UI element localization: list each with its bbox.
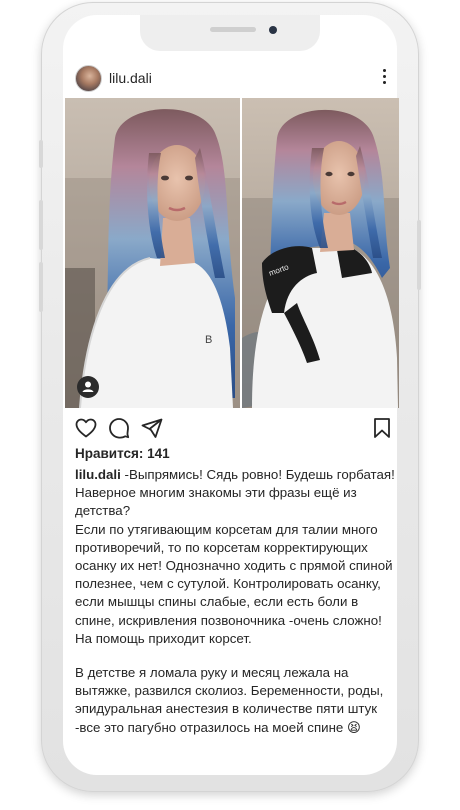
post-photo-right[interactable]: morto <box>242 98 399 408</box>
caption-username[interactable]: lilu.dali <box>75 467 121 482</box>
phone-side-button <box>39 140 43 168</box>
likes-count[interactable]: Нравится: 141 <box>75 446 170 461</box>
post-username[interactable]: lilu.dali <box>109 70 152 86</box>
post-header: lilu.dali <box>75 62 395 94</box>
phone-front-camera <box>269 26 277 34</box>
caption-paragraph-3: В детстве я ломала руку и месяц лежала н… <box>75 665 384 735</box>
caption-paragraph-2: Если по утягивающим корсетам для талии м… <box>75 521 393 646</box>
heart-icon[interactable] <box>74 416 98 440</box>
phone-notch <box>140 15 320 51</box>
bookmark-icon[interactable] <box>370 416 394 440</box>
phone-power-button <box>417 220 421 290</box>
caption-paragraph-1: lilu.dali -Выпрямись! Сядь ровно! Будешь… <box>75 466 395 521</box>
more-vertical-icon[interactable] <box>383 69 387 85</box>
user-tag-icon[interactable] <box>77 376 99 398</box>
send-icon[interactable] <box>140 416 164 440</box>
phone-volume-up-button <box>39 200 43 250</box>
caption-text-1: -Выпрямись! Сядь ровно! Будешь горбатая!… <box>75 467 395 519</box>
phone-volume-down-button <box>39 262 43 312</box>
post-photo-left[interactable]: B <box>65 98 240 408</box>
post-caption: lilu.dali -Выпрямись! Сядь ровно! Будешь… <box>75 466 395 737</box>
comment-icon[interactable] <box>107 416 131 440</box>
phone-speaker <box>210 27 256 32</box>
post-action-bar <box>74 416 394 442</box>
tshirt-print-left: B <box>205 334 212 346</box>
avatar[interactable] <box>75 65 102 92</box>
